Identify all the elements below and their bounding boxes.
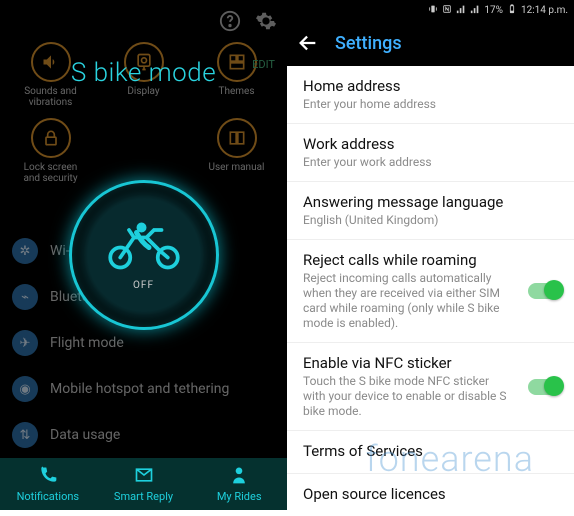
back-arrow-icon[interactable] xyxy=(297,32,319,54)
bottom-tab-bar: Notifications Smart Reply My Rides xyxy=(0,458,287,510)
settings-item-answering-language[interactable]: Answering message language English (Unit… xyxy=(287,182,574,240)
tab-label: Notifications xyxy=(17,490,80,503)
settings-header: Settings xyxy=(287,20,574,66)
settings-item-home-address[interactable]: Home address Enter your home address xyxy=(287,66,574,124)
lock-icon xyxy=(31,118,71,158)
tab-label: Smart Reply xyxy=(114,490,173,503)
item-title: Reject calls while roaming xyxy=(303,251,558,269)
settings-item-nfc-sticker[interactable]: Enable via NFC sticker Touch the S bike … xyxy=(287,343,574,431)
item-title: Work address xyxy=(303,135,558,153)
nfc-icon xyxy=(442,4,452,17)
settings-screen: 17% 12:14 p.m. Settings Home address Ent… xyxy=(287,0,574,510)
header-title: Settings xyxy=(335,33,402,54)
item-title: Home address xyxy=(303,77,558,95)
list-item[interactable]: ◉ Mobile hotspot and tethering xyxy=(10,366,277,412)
item-subtitle: Touch the S bike mode NFC sticker with y… xyxy=(303,374,558,419)
android-status-bar: 17% 12:14 p.m. xyxy=(287,0,574,20)
item-title: Terms of Services xyxy=(303,442,558,460)
item-subtitle: Reject incoming calls automatically when… xyxy=(303,271,558,331)
vibrate-icon xyxy=(428,4,438,17)
list-item[interactable]: ⇅ Data usage xyxy=(10,412,277,458)
list-label: Mobile hotspot and tethering xyxy=(50,381,229,397)
settings-list: Home address Enter your home address Wor… xyxy=(287,66,574,516)
sbike-toggle-button[interactable]: OFF xyxy=(69,180,219,330)
motorcycle-icon xyxy=(104,220,184,274)
wifi-icon: ✲ xyxy=(12,238,38,264)
envelope-icon xyxy=(134,465,154,488)
sbike-title: S bike mode xyxy=(0,58,287,88)
item-title: Enable via NFC sticker xyxy=(303,354,558,372)
phone-icon xyxy=(38,465,58,488)
quick-lockscreen[interactable]: Lock screen and security xyxy=(21,118,81,184)
settings-item-terms[interactable]: Terms of Services xyxy=(287,431,574,474)
quick-label: User manual xyxy=(209,162,265,173)
item-title: Open source licences xyxy=(303,485,558,503)
toggle-state-label: OFF xyxy=(133,280,154,291)
data-icon: ⇅ xyxy=(12,422,38,448)
item-subtitle: Enter your home address xyxy=(303,97,558,112)
battery-percent: 17% xyxy=(484,5,503,16)
quick-label: Sounds and vibrations xyxy=(21,86,81,108)
toggle-switch[interactable] xyxy=(528,379,562,395)
battery-icon xyxy=(507,4,517,17)
rider-icon xyxy=(229,465,249,488)
list-label: Flight mode xyxy=(50,335,124,351)
manual-icon xyxy=(217,118,257,158)
quick-manual[interactable]: User manual xyxy=(207,118,267,184)
item-subtitle: English (United Kingdom) xyxy=(303,213,558,228)
gear-icon[interactable] xyxy=(255,10,277,32)
signal-icon xyxy=(456,4,466,17)
bluetooth-icon: ⌁ xyxy=(12,284,38,310)
list-label: Data usage xyxy=(50,427,120,443)
toggle-switch[interactable] xyxy=(528,283,562,299)
item-title: Answering message language xyxy=(303,193,558,211)
signal-icon-2 xyxy=(470,4,480,17)
hotspot-icon: ◉ xyxy=(12,376,38,402)
clock: 12:14 p.m. xyxy=(521,5,568,16)
settings-item-work-address[interactable]: Work address Enter your work address xyxy=(287,124,574,182)
help-icon[interactable] xyxy=(219,10,241,32)
tab-smartreply[interactable]: Smart Reply xyxy=(96,458,192,510)
tab-myrides[interactable]: My Rides xyxy=(191,458,287,510)
tab-notifications[interactable]: Notifications xyxy=(0,458,96,510)
sbike-app-screen: EDIT Sounds and vibrations Display xyxy=(0,0,287,510)
airplane-icon: ✈ xyxy=(12,330,38,356)
tab-label: My Rides xyxy=(217,490,262,503)
settings-item-reject-roaming[interactable]: Reject calls while roaming Reject incomi… xyxy=(287,240,574,343)
item-subtitle: Enter your work address xyxy=(303,155,558,170)
